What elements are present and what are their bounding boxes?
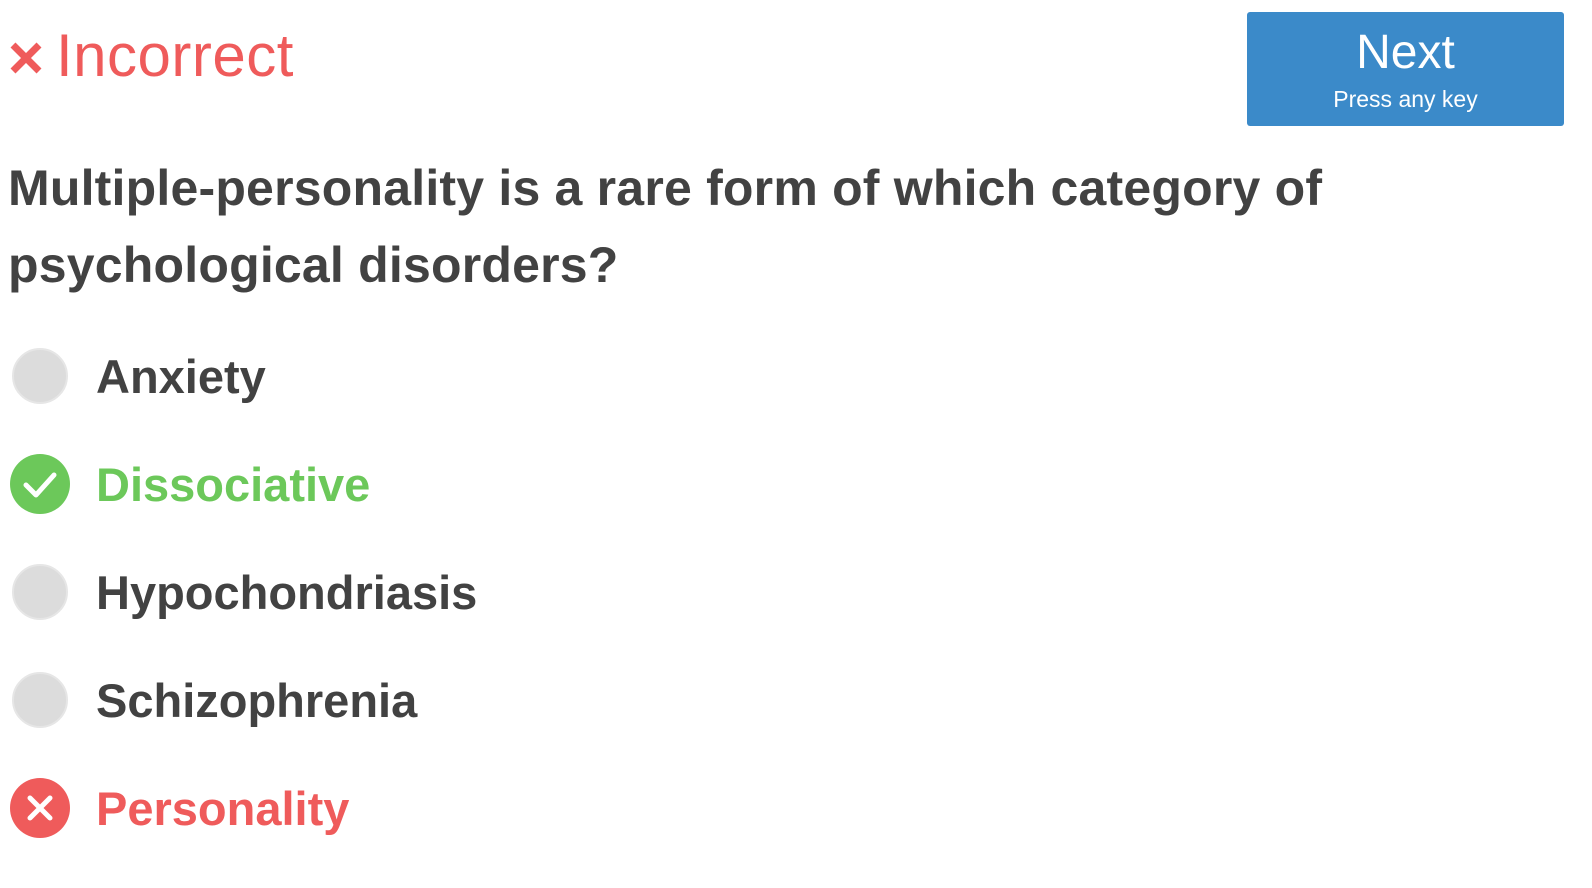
option-label: Dissociative bbox=[96, 457, 371, 511]
result-status-text: Incorrect bbox=[56, 21, 294, 89]
radio-button[interactable] bbox=[9, 453, 71, 515]
radio-empty-icon bbox=[12, 348, 68, 404]
check-circle-icon bbox=[10, 454, 70, 514]
next-button[interactable]: Next Press any key bbox=[1247, 12, 1564, 126]
next-button-hint: Press any key bbox=[1333, 86, 1478, 112]
close-icon bbox=[10, 42, 42, 74]
option-label: Personality bbox=[96, 781, 350, 835]
radio-button[interactable] bbox=[9, 669, 71, 731]
option-label: Hypochondriasis bbox=[96, 565, 478, 619]
radio-button[interactable] bbox=[9, 345, 71, 407]
result-status: Incorrect bbox=[8, 14, 294, 96]
option-personality[interactable]: Personality bbox=[8, 754, 908, 862]
answer-options: Anxiety Dissociative Hypochondriasis Sch… bbox=[8, 322, 908, 862]
option-label: Anxiety bbox=[96, 349, 266, 403]
option-anxiety[interactable]: Anxiety bbox=[8, 322, 908, 430]
radio-empty-icon bbox=[12, 672, 68, 728]
option-dissociative[interactable]: Dissociative bbox=[8, 430, 908, 538]
radio-button[interactable] bbox=[9, 777, 71, 839]
x-circle-icon bbox=[10, 778, 70, 838]
radio-button[interactable] bbox=[9, 561, 71, 623]
option-label: Schizophrenia bbox=[96, 673, 418, 727]
question-text: Multiple-personality is a rare form of w… bbox=[8, 160, 1323, 293]
radio-empty-icon bbox=[12, 564, 68, 620]
option-schizophrenia[interactable]: Schizophrenia bbox=[8, 646, 908, 754]
next-button-label: Next bbox=[1356, 26, 1455, 79]
option-hypochondriasis[interactable]: Hypochondriasis bbox=[8, 538, 908, 646]
